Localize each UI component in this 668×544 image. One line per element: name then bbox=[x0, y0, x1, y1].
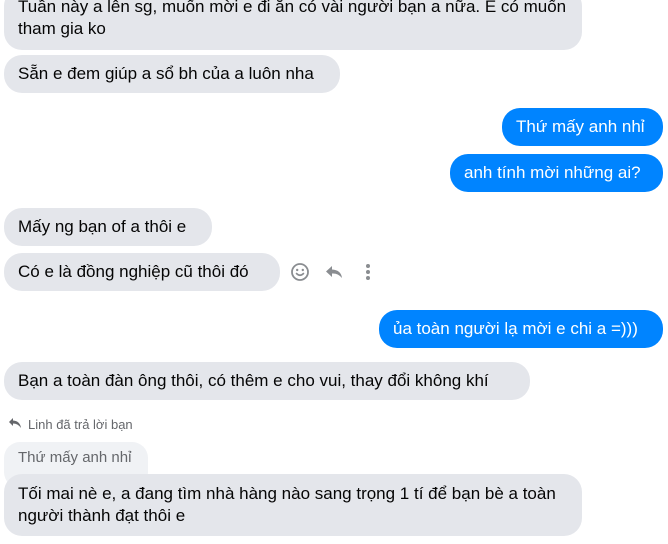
message-bubble[interactable]: Có e là đồng nghiệp cũ thôi đó bbox=[4, 253, 280, 291]
message-bubble[interactable]: Mấy ng bạn of a thôi e bbox=[4, 208, 212, 246]
message-bubble[interactable]: ủa toàn người lạ mời e chi a =))) bbox=[379, 310, 663, 348]
chat-thread: Tuần này a lên sg, muốn mời e đi ăn có v… bbox=[0, 0, 668, 544]
message-actions bbox=[290, 262, 378, 282]
smiley-icon[interactable] bbox=[290, 262, 310, 282]
message-bubble[interactable]: Tuần này a lên sg, muốn mời e đi ăn có v… bbox=[4, 0, 582, 50]
reply-note-text: Linh đã trả lời bạn bbox=[28, 417, 133, 432]
message-bubble[interactable]: Bạn a toàn đàn ông thôi, có thêm e cho v… bbox=[4, 362, 530, 400]
message-bubble[interactable]: Tối mai nè e, a đang tìm nhà hàng nào sa… bbox=[4, 474, 582, 536]
reply-arrow-icon bbox=[8, 417, 22, 432]
message-bubble[interactable]: Thứ mấy anh nhỉ bbox=[502, 108, 663, 146]
reply-note: Linh đã trả lời bạn bbox=[8, 417, 133, 432]
reply-icon[interactable] bbox=[324, 262, 344, 282]
message-bubble[interactable]: Sẵn e đem giúp a sổ bh của a luôn nha bbox=[4, 55, 340, 93]
message-bubble[interactable]: anh tính mời những ai? bbox=[450, 154, 663, 192]
more-icon[interactable] bbox=[358, 262, 378, 282]
